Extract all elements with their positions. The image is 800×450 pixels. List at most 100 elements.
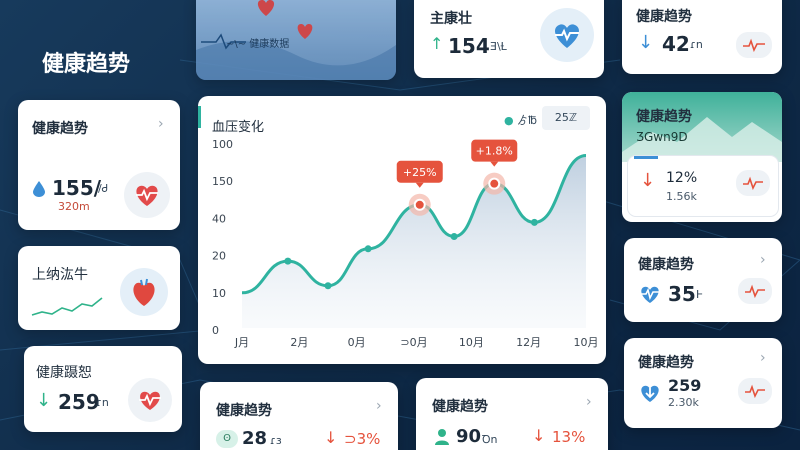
bottom-card-2[interactable]: 健康趋势 › 90 Ꝺn ↓ 13% bbox=[416, 378, 608, 450]
data-point[interactable] bbox=[284, 257, 292, 265]
x-tick-label: ⊃0月 bbox=[400, 336, 427, 349]
highlight-point[interactable] bbox=[488, 177, 501, 190]
x-tick-label: 12月 bbox=[516, 336, 541, 349]
sparkline bbox=[31, 297, 103, 316]
person-icon bbox=[434, 428, 450, 450]
mountain-header bbox=[622, 92, 782, 162]
main-chart-card[interactable]: 血压变化 ● ゟ℔ 25ℤ 100 150 40 20 10 0 J月 2月 0月 ⊃0月 10月… bbox=[198, 96, 606, 364]
banner-caption: ~\~ 健康数据 bbox=[226, 39, 290, 50]
annotation-label: +1.8% bbox=[476, 145, 513, 158]
metric-value: 90 bbox=[456, 426, 482, 447]
x-tick-label: 2月 bbox=[290, 336, 308, 349]
pulse-icon bbox=[738, 378, 772, 404]
card-title: 健康趋势 bbox=[32, 121, 88, 137]
y-tick-label: 150 bbox=[212, 175, 233, 188]
heart-pulse-icon bbox=[540, 8, 594, 62]
metric-value: 42 bbox=[662, 32, 690, 56]
stat-sub: 1.56k bbox=[666, 190, 697, 203]
left-card-1[interactable]: 健康趋势 › 155/ /Ꮷ 320m bbox=[18, 100, 180, 230]
trend-down-icon: ↓ bbox=[532, 426, 546, 445]
metric-unit: ɾn bbox=[96, 396, 109, 409]
metric-unit: Ꝺn bbox=[482, 433, 498, 446]
metric-value: 259 bbox=[58, 390, 100, 414]
chevron-right-icon[interactable]: › bbox=[158, 116, 164, 132]
card-title: 健康趋势 bbox=[636, 109, 692, 125]
metric-value: 259 bbox=[668, 376, 702, 395]
x-tick-label: 10月 bbox=[459, 336, 484, 349]
pulse-icon bbox=[736, 170, 770, 196]
trend-pct: ⊃3% bbox=[344, 430, 381, 448]
card-title: 健康趋势 bbox=[432, 399, 488, 415]
data-point[interactable] bbox=[324, 282, 332, 290]
pulse-icon bbox=[736, 32, 772, 58]
trend-pct: 13% bbox=[552, 428, 586, 446]
card-title: 健康趋势 bbox=[638, 257, 694, 273]
drop-icon bbox=[32, 180, 46, 202]
data-point[interactable] bbox=[364, 245, 372, 253]
y-tick-label: 10 bbox=[212, 287, 226, 300]
y-tick-label: 0 bbox=[212, 324, 219, 337]
trend-up-icon: ↑ bbox=[430, 34, 444, 53]
heart-pulse-icon bbox=[638, 284, 662, 308]
top-right-card[interactable]: 健康趋势 ↓ 42 ɾn bbox=[622, 0, 782, 74]
trend-down-icon: ↓ bbox=[640, 170, 656, 191]
stat-panel: ↓ 12% 1.56k bbox=[628, 156, 778, 216]
right-card-2[interactable]: 健康趋势 › 35 Ⱶ bbox=[624, 238, 782, 322]
right-card-3[interactable]: 健康趋势 › 259 2.30k bbox=[624, 338, 782, 428]
card-title: 健康趋势 bbox=[216, 403, 272, 419]
trend-down-icon: ↓ bbox=[638, 32, 654, 53]
y-tick-label: 40 bbox=[212, 212, 226, 225]
metric-sub: 320m bbox=[58, 200, 90, 213]
heart-organ-icon bbox=[120, 268, 168, 316]
chevron-right-icon[interactable]: › bbox=[760, 252, 766, 268]
metric-value: 28 bbox=[242, 428, 268, 449]
annotation-label: +25% bbox=[403, 166, 437, 179]
x-tick-label: 10月 bbox=[574, 336, 599, 349]
pulse-icon bbox=[738, 278, 772, 304]
top-center-card[interactable]: 主康壮 ↑ 154 Ǝ\Ƚ bbox=[414, 0, 604, 78]
heart-down-icon bbox=[638, 382, 662, 408]
left-card-2[interactable]: 上纳汯牛 bbox=[18, 246, 180, 330]
metric-unit: ɾn bbox=[690, 38, 703, 51]
metric-sub: 2.30k bbox=[668, 396, 699, 409]
chevron-right-icon[interactable]: › bbox=[586, 394, 592, 410]
metric-unit: Ⱶ bbox=[696, 288, 704, 301]
annotation-callout: +1.8% bbox=[471, 139, 518, 167]
trend-down-icon: ↓ bbox=[36, 390, 52, 411]
highlight-point[interactable] bbox=[413, 198, 426, 211]
chevron-right-icon[interactable]: › bbox=[760, 350, 766, 366]
y-tick-label: 100 bbox=[212, 138, 233, 151]
bottom-card-1[interactable]: 健康趋势 › ʘ 28 ɾɜ ↓ ⊃3% bbox=[200, 382, 398, 450]
x-tick-label: J月 bbox=[234, 336, 249, 349]
metric-value: 154 bbox=[448, 34, 490, 58]
card-title: 健康蹑恕 bbox=[36, 365, 92, 381]
metric-value: 35 bbox=[668, 282, 696, 306]
x-tick-label: 0月 bbox=[348, 336, 366, 349]
right-card-1[interactable]: 健康趋势 ƷGwn9D ↓ 12% 1.56k bbox=[622, 92, 782, 222]
page-title: 健康趋势 bbox=[42, 52, 131, 77]
banner-heart-icon bbox=[254, 0, 278, 23]
metric-value: 155/ bbox=[52, 176, 102, 200]
line-chart: 1001504020100 J月 2月 0月 ⊃0月 10月 12月 10月 +25%+1.… bbox=[212, 138, 599, 349]
card-title: 健康趋势 bbox=[638, 355, 694, 371]
card-title: 上纳汯牛 bbox=[32, 267, 88, 283]
metric-unit: Ǝ\Ƚ bbox=[490, 40, 507, 53]
trend-down-icon: ↓ bbox=[324, 428, 338, 447]
top-banner-card[interactable]: ~\~ 健康数据 bbox=[196, 0, 396, 80]
card-title: 主康壮 bbox=[430, 11, 472, 27]
chevron-right-icon[interactable]: › bbox=[376, 398, 382, 414]
card-subtitle: ƷGwn9D bbox=[636, 130, 688, 144]
data-point[interactable] bbox=[530, 218, 538, 226]
metric-unit: /Ꮷ bbox=[98, 182, 108, 195]
card-title: 健康趋势 bbox=[636, 9, 692, 25]
banner-heart-icon-2 bbox=[294, 20, 316, 46]
heart-pulse-icon bbox=[128, 378, 172, 422]
metric-unit: ɾɜ bbox=[270, 434, 282, 447]
annotation-callout: +25% bbox=[396, 160, 443, 188]
stat-pct: 12% bbox=[666, 170, 698, 186]
data-point[interactable] bbox=[450, 232, 458, 240]
y-tick-label: 20 bbox=[212, 250, 226, 263]
metric-badge: ʘ bbox=[216, 430, 238, 448]
left-card-3[interactable]: 健康蹑恕 ↓ 259 ɾn bbox=[24, 346, 182, 432]
heart-pulse-icon bbox=[124, 172, 170, 218]
